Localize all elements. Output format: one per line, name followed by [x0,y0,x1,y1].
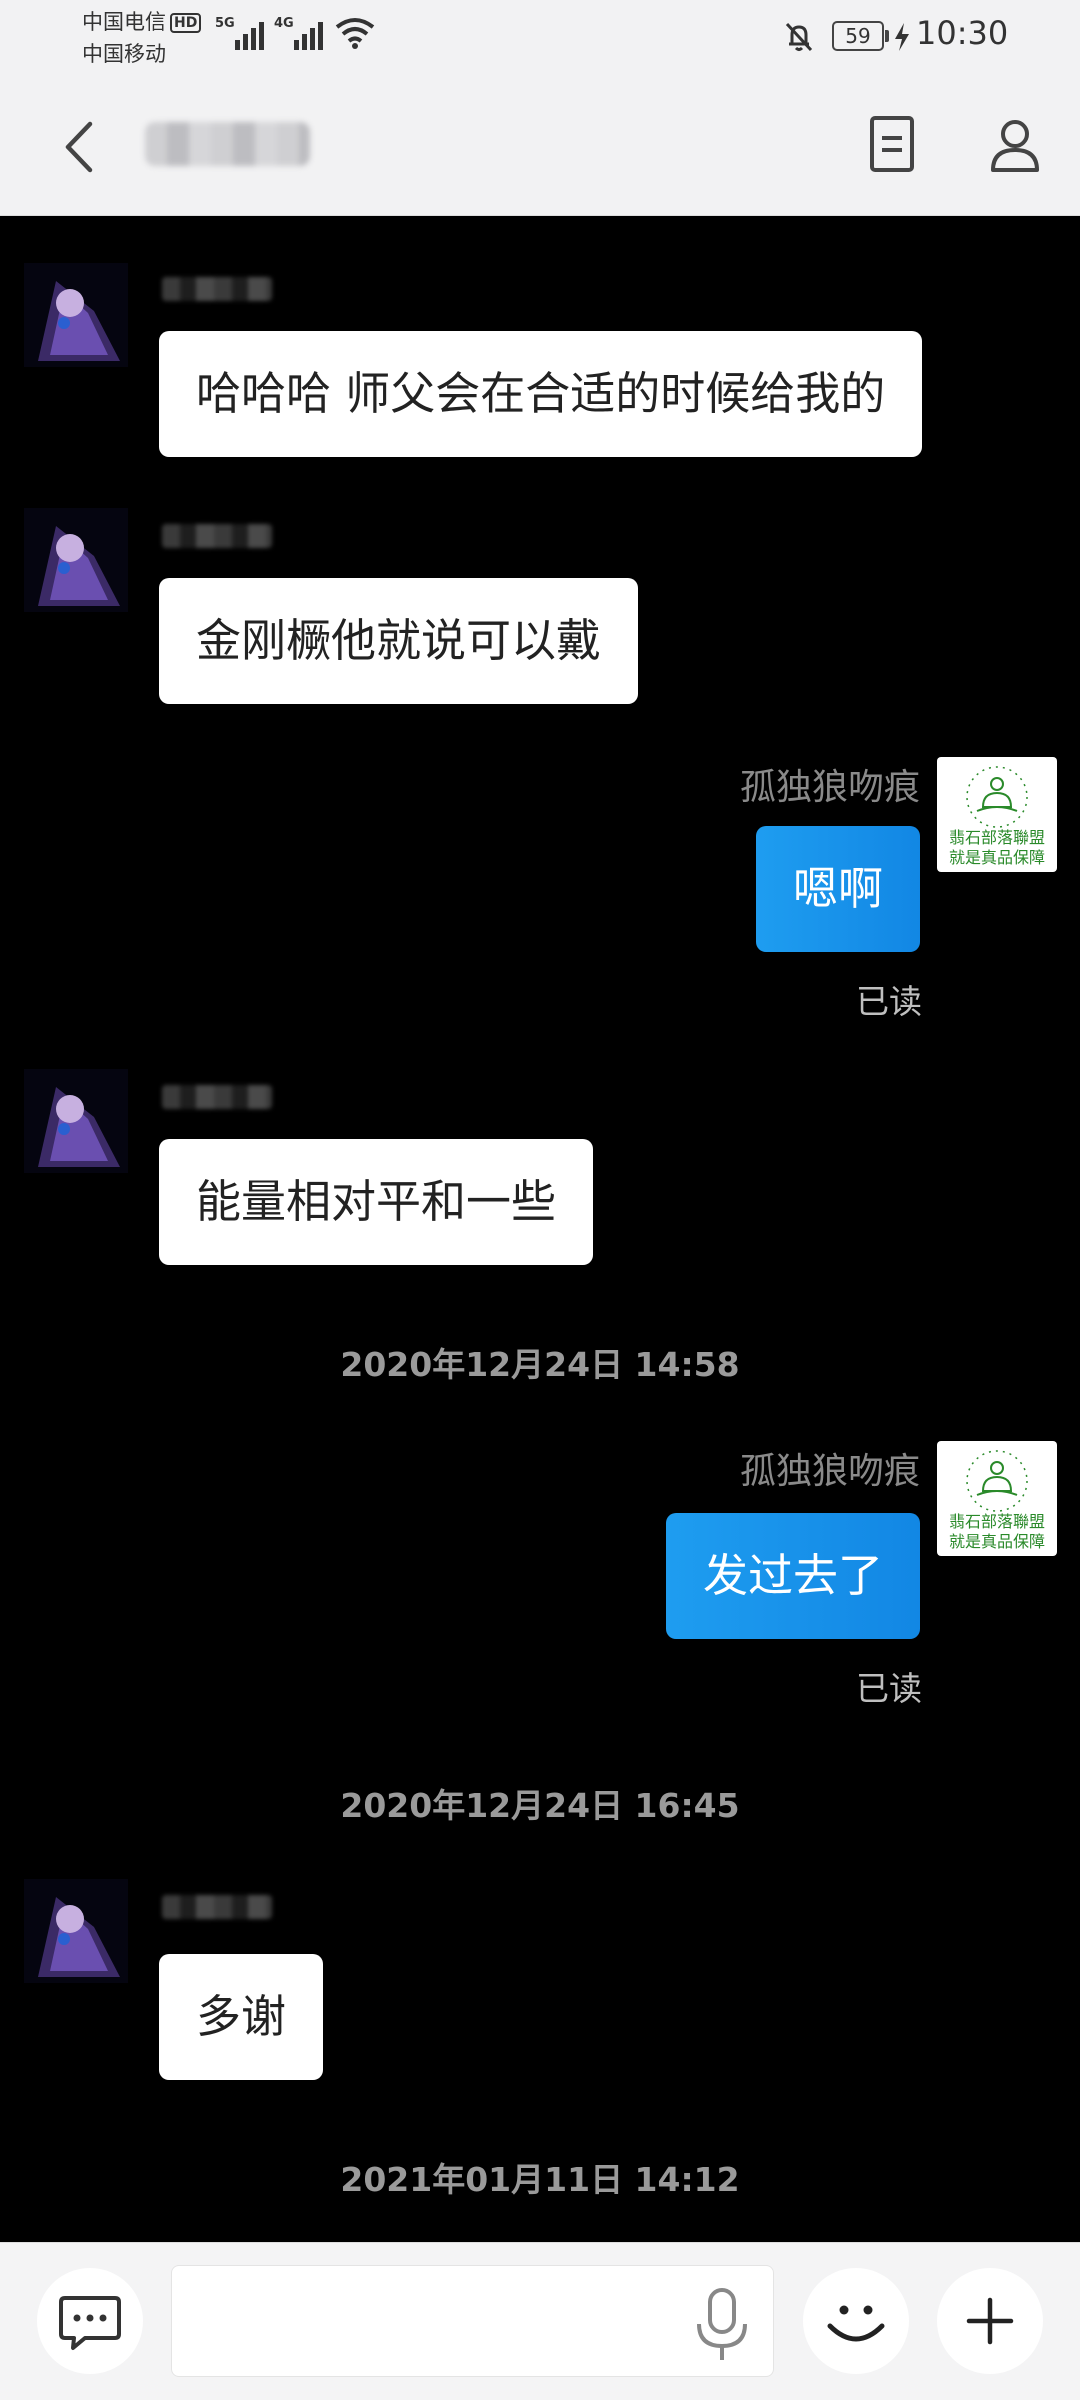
contact-name-obscured [162,1085,272,1109]
avatar-image [24,1879,128,1983]
status-bar: 中国电信 HD 中国移动 5G 4G 59 10:30 [0,0,1080,72]
microphone-icon[interactable] [687,2284,757,2364]
message-timestamp: 2021年01月11日 14:12 [340,2160,740,2199]
my-avatar[interactable]: 翡石部落聯盟 就是真品保障 [937,1441,1057,1556]
logo-text-line-2: 就是真品保障 [949,1532,1045,1551]
battery-cap [885,30,889,42]
signal-bars-icon [294,22,323,50]
more-button[interactable] [937,2268,1043,2374]
logo-avatar-icon: 翡石部落聯盟 就是真品保障 [949,766,1045,867]
battery-indicator: 59 [832,21,884,51]
network-type-1: 5G [215,16,235,31]
input-bar [0,2242,1080,2400]
my-name-label: 孤独狼吻痕 [739,1451,920,1492]
logo-avatar-icon: 翡石部落聯盟 就是真品保障 [949,1450,1045,1551]
contact-name-obscured [145,122,310,166]
contact-name-obscured [162,524,272,548]
contact-name-obscured [162,1895,272,1919]
network-type-2: 4G [274,16,294,31]
hd-badge: HD [170,13,202,33]
message-bubble-incoming[interactable]: 多谢 [159,1954,324,2080]
my-avatar[interactable]: 翡石部落聯盟 就是真品保障 [937,757,1057,872]
contact-avatar[interactable] [24,263,128,367]
read-receipt: 已读 [856,982,922,1021]
chat-header [0,72,1080,216]
read-receipt: 已读 [856,1669,922,1708]
chat-bubble-icon [59,2296,121,2350]
charging-icon [895,23,909,51]
message-input[interactable] [171,2265,774,2377]
carrier-1: 中国电信 [82,10,166,34]
message-bubble-incoming[interactable]: 能量相对平和一些 [159,1139,594,1265]
chat-toggle-button[interactable] [37,2268,143,2374]
signal-bars-icon [235,22,264,50]
avatar-image [24,508,128,612]
logo-text-line-1: 翡石部落聯盟 [949,1512,1045,1531]
chat-messages[interactable]: 哈哈哈 师父会在合适的时候给我的 金刚橛他就说可以戴 孤独狼吻痕 翡石部落聯盟 … [0,216,1080,2242]
smiley-icon [827,2305,885,2342]
avatar-image [24,1069,128,1173]
plus-icon [966,2297,1014,2345]
bell-muted-icon [785,22,813,52]
logo-text-line-2: 就是真品保障 [949,848,1045,867]
logo-text-line-1: 翡石部落聯盟 [949,828,1045,847]
profile-button[interactable] [985,114,1045,174]
message-bubble-incoming[interactable]: 哈哈哈 师父会在合适的时候给我的 [159,331,923,457]
message-bubble-outgoing[interactable]: 嗯啊 [755,826,920,952]
message-timestamp: 2020年12月24日 14:58 [340,1345,740,1384]
my-name-label: 孤独狼吻痕 [739,767,920,808]
message-bubble-incoming[interactable]: 金刚橛他就说可以戴 [159,578,639,704]
document-button[interactable] [862,114,922,174]
carrier-2: 中国移动 [82,42,166,66]
carrier-info: 中国电信 HD 中国移动 [82,6,202,70]
back-button[interactable] [50,112,110,182]
contact-avatar[interactable] [24,1879,128,1983]
contact-avatar[interactable] [24,508,128,612]
emoji-button[interactable] [803,2268,909,2374]
message-bubble-outgoing[interactable]: 发过去了 [665,1513,920,1639]
wifi-icon [335,18,375,49]
avatar-image [24,263,128,367]
contact-name-obscured [162,277,272,301]
message-timestamp: 2020年12月24日 16:45 [340,1786,740,1825]
clock: 10:30 [916,14,1009,52]
contact-avatar[interactable] [24,1069,128,1173]
